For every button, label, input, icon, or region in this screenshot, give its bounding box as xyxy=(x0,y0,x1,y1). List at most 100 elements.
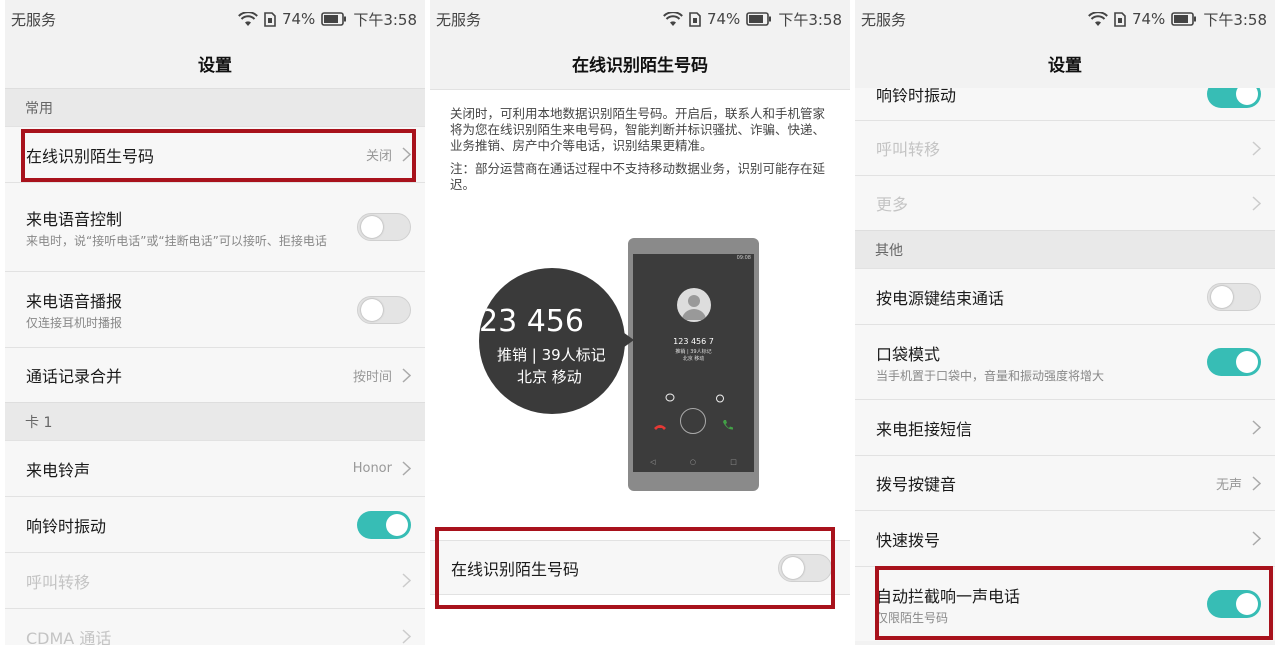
voice-control-label: 来电语音控制 xyxy=(26,209,123,229)
section-header-common: 常用 xyxy=(5,88,425,126)
wifi-icon xyxy=(663,11,683,27)
pocket-mode-row[interactable]: 口袋模式 当手机置于口袋中，音量和振动强度将增大 xyxy=(855,324,1275,399)
hangup-icon xyxy=(653,417,667,436)
battery-icon xyxy=(1171,12,1197,26)
speed-dial-row[interactable]: 快速拨号 xyxy=(855,510,1275,566)
power-key-end-call-label: 按电源键结束通话 xyxy=(876,288,1005,308)
chevron-right-icon xyxy=(402,629,411,644)
voice-control-row[interactable]: 来电语音控制 来电时，说“接听电话”或“挂断电话”可以接听、拒接电话 xyxy=(5,182,425,271)
caller-id-bubble: 23 456 推销 | 39人标记 北京 移动 xyxy=(479,268,625,414)
power-key-end-call-toggle[interactable] xyxy=(1207,282,1261,311)
clock: 下午3:58 xyxy=(1203,10,1267,29)
battery-percent: 74% xyxy=(281,10,316,28)
chevron-right-icon xyxy=(402,461,411,476)
call-log-merge-label: 通话记录合并 xyxy=(26,367,123,386)
voice-control-description: 来电时，说“接听电话”或“挂断电话”可以接听、拒接电话 xyxy=(26,233,327,248)
battery-icon xyxy=(321,12,347,26)
online-identify-label: 在线识别陌生号码 xyxy=(26,146,155,166)
caller-id-illustration: 09:08 123 456 7 推销 | 39人标记 北京 移动 ◁ ○ □ 2… xyxy=(475,238,765,494)
wifi-icon xyxy=(238,11,258,27)
toggle-card: 在线识别陌生号码 xyxy=(430,540,850,595)
chevron-right-icon xyxy=(1252,140,1261,156)
block-one-ring-description: 仅限陌生号码 xyxy=(876,610,949,625)
status-bar: 无服务 74% 下午3:58 xyxy=(855,0,1275,38)
settings-panel-call: 无服务 74% 下午3:58 设置 常用 在线识别陌生号码 关闭 来电语音控制 … xyxy=(5,0,425,645)
phone-caller-number: 123 456 7 xyxy=(673,337,714,346)
section-header-other: 其他 xyxy=(855,230,1275,268)
bubble-pointer xyxy=(620,330,634,350)
block-one-ring-toggle[interactable] xyxy=(1207,590,1261,618)
voice-broadcast-description: 仅连接耳机时播报 xyxy=(26,316,123,330)
sim-card-icon xyxy=(689,11,701,27)
call-log-merge-row[interactable]: 通话记录合并 按时间 xyxy=(5,347,425,402)
chevron-right-icon xyxy=(402,573,411,588)
ringtone-row[interactable]: 来电铃声 Honor xyxy=(5,440,425,496)
battery-percent: 74% xyxy=(706,10,741,28)
clock: 下午3:58 xyxy=(778,10,842,29)
status-bar: 无服务 74% 下午3:58 xyxy=(5,0,425,38)
dial-tone-label: 拨号按键音 xyxy=(876,475,957,494)
call-forward-label: 呼叫转移 xyxy=(26,572,91,592)
sim-card-icon xyxy=(1114,11,1126,27)
bubble-caller-location: 北京 移动 xyxy=(517,368,582,386)
dial-tone-row[interactable]: 拨号按键音 无声 xyxy=(855,455,1275,510)
carrier-label: 无服务 xyxy=(436,10,482,29)
clock: 下午3:58 xyxy=(353,10,417,29)
avatar-icon xyxy=(677,288,711,322)
speed-dial-label: 快速拨号 xyxy=(876,530,941,550)
block-one-ring-row[interactable]: 自动拦截响一声电话 仅限陌生号码 xyxy=(855,566,1275,641)
phone-caller-tag: 推销 | 39人标记 xyxy=(675,349,712,355)
bubble-caller-number: 23 456 xyxy=(479,304,584,339)
vibrate-row[interactable]: 响铃时振动 xyxy=(5,496,425,552)
carrier-label: 无服务 xyxy=(861,10,907,29)
chevron-right-icon xyxy=(402,147,411,162)
wifi-icon xyxy=(1088,11,1108,27)
alarm-icon xyxy=(715,388,725,407)
feature-description: 关闭时，可利用本地数据识别陌生号码。开启后，联系人和手机管家将为您在线识别陌生来… xyxy=(450,106,826,153)
phone-nav-bar: ◁ ○ □ xyxy=(650,458,737,466)
online-identify-value: 关闭 xyxy=(365,149,392,164)
chevron-right-icon xyxy=(402,367,411,383)
battery-percent: 74% xyxy=(1131,10,1166,28)
chevron-right-icon xyxy=(1252,531,1261,546)
message-icon xyxy=(665,388,675,407)
section-header-card1: 卡 1 xyxy=(5,402,425,440)
cdma-call-label: CDMA 通话 xyxy=(26,628,112,645)
battery-icon xyxy=(746,12,772,26)
carrier-label: 无服务 xyxy=(11,10,57,29)
pocket-mode-toggle[interactable] xyxy=(1207,348,1261,376)
voice-broadcast-row[interactable]: 来电语音播报 仅连接耳机时播报 xyxy=(5,271,425,347)
call-log-merge-value: 按时间 xyxy=(352,369,392,385)
chevron-right-icon xyxy=(1252,475,1261,491)
settings-panel-other: 响铃时振动 呼叫转移 更多 其他 按电源键结束通话 口袋模式 当手机置于口袋中，… xyxy=(855,0,1275,645)
voice-broadcast-toggle[interactable] xyxy=(357,295,411,324)
page-title: 设置 xyxy=(1048,55,1082,76)
sim-card-icon xyxy=(264,11,276,27)
online-identify-toggle[interactable] xyxy=(778,553,832,582)
ringtone-label: 来电铃声 xyxy=(26,460,91,480)
more-label: 更多 xyxy=(876,195,909,214)
online-identify-row[interactable]: 在线识别陌生号码 关闭 xyxy=(5,126,425,182)
call-forward-row: 呼叫转移 xyxy=(855,120,1275,175)
answer-icon xyxy=(722,416,734,435)
vibrate-toggle[interactable] xyxy=(357,510,411,539)
chevron-right-icon xyxy=(1252,420,1261,435)
voice-control-toggle[interactable] xyxy=(357,213,411,241)
cdma-call-row: CDMA 通话 xyxy=(5,608,425,645)
ringtone-value: Honor xyxy=(352,461,392,476)
reject-sms-row[interactable]: 来电拒接短信 xyxy=(855,399,1275,455)
voice-broadcast-label: 来电语音播报 xyxy=(26,292,123,311)
bubble-caller-tag: 推销 | 39人标记 xyxy=(497,346,606,364)
phone-caller-location: 北京 移动 xyxy=(682,356,705,362)
dial-tone-value: 无声 xyxy=(1215,477,1242,493)
status-bar: 无服务 74% 下午3:58 xyxy=(430,0,850,38)
pocket-mode-label: 口袋模式 xyxy=(876,344,941,364)
more-row: 更多 xyxy=(855,175,1275,230)
pocket-mode-description: 当手机置于口袋中，音量和振动强度将增大 xyxy=(876,368,1105,383)
reject-sms-label: 来电拒接短信 xyxy=(876,419,973,439)
phone-screen: 09:08 123 456 7 推销 | 39人标记 北京 移动 ◁ ○ □ xyxy=(633,254,754,472)
power-key-end-call-row[interactable]: 按电源键结束通话 xyxy=(855,268,1275,324)
phone-mockup: 09:08 123 456 7 推销 | 39人标记 北京 移动 ◁ ○ □ xyxy=(628,238,759,491)
block-one-ring-label: 自动拦截响一声电话 xyxy=(876,586,1021,606)
online-identify-panel: 无服务 74% 下午3:58 在线识别陌生号码 关闭时，可利用本地数据识别陌生号… xyxy=(430,0,850,645)
